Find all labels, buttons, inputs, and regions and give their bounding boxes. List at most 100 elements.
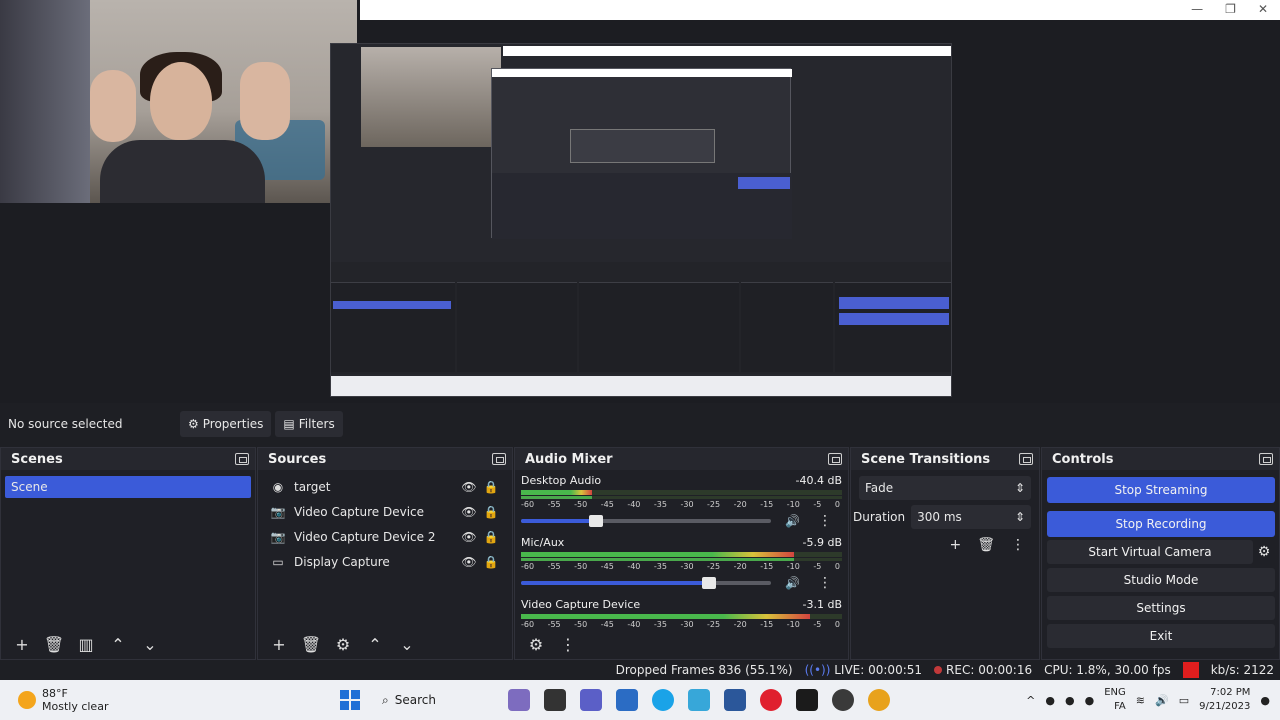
- chevron-up-icon[interactable]: ^: [1026, 694, 1035, 707]
- speaker-icon[interactable]: 🔊: [785, 514, 800, 528]
- audio-mixer-title: Audio Mixer: [515, 448, 848, 470]
- eye-icon[interactable]: 👁: [460, 505, 478, 519]
- gear-icon[interactable]: ⚙: [525, 633, 547, 655]
- settings-button[interactable]: Settings: [1047, 596, 1275, 620]
- source-item-video-capture-device[interactable]: 📷 Video Capture Device 👁 🔒: [258, 499, 512, 524]
- bing-icon[interactable]: [508, 689, 530, 711]
- wifi-icon[interactable]: ≋: [1136, 694, 1145, 707]
- kebab-menu-icon[interactable]: ⋮: [1011, 537, 1025, 553]
- tick-label: -15: [760, 562, 774, 571]
- add-icon[interactable]: +: [949, 537, 961, 553]
- teams-icon[interactable]: [580, 689, 602, 711]
- trash-icon[interactable]: 🗑: [43, 633, 65, 655]
- gear-icon[interactable]: ⚙: [332, 633, 354, 655]
- opera-icon[interactable]: [760, 689, 782, 711]
- lock-icon[interactable]: 🔒: [482, 555, 500, 569]
- eye-icon[interactable]: 👁: [460, 555, 478, 569]
- up-icon[interactable]: ⌃: [107, 633, 129, 655]
- obs-icon[interactable]: [832, 689, 854, 711]
- tick-label: -55: [547, 562, 561, 571]
- search-icon: ⌕: [382, 692, 389, 707]
- add-icon[interactable]: +: [268, 633, 290, 655]
- store-icon[interactable]: [616, 689, 638, 711]
- tick-label: -35: [653, 620, 667, 629]
- kebab-menu-icon[interactable]: ⋮: [818, 575, 832, 591]
- duration-input[interactable]: 300 ms ⇕: [911, 505, 1031, 529]
- file-explorer-icon[interactable]: [544, 689, 566, 711]
- eye-icon[interactable]: 👁: [460, 530, 478, 544]
- trash-icon[interactable]: 🗑: [300, 633, 322, 655]
- trash-icon[interactable]: 🗑: [977, 537, 995, 553]
- scenes-title-text: Scenes: [11, 451, 63, 467]
- stop-streaming-button[interactable]: Stop Streaming: [1047, 477, 1275, 503]
- kebab-menu-icon[interactable]: ⋮: [818, 513, 832, 529]
- stop-recording-button[interactable]: Stop Recording: [1047, 511, 1275, 537]
- down-icon[interactable]: ⌄: [139, 633, 161, 655]
- down-icon[interactable]: ⌄: [396, 633, 418, 655]
- clock-date: 9/21/2023: [1199, 701, 1251, 712]
- word-icon[interactable]: [724, 689, 746, 711]
- scene-item[interactable]: Scene: [5, 476, 251, 498]
- tray-app-icon[interactable]: ●: [1045, 694, 1055, 707]
- filters-icon: ▤: [283, 417, 295, 431]
- volume-icon[interactable]: 🔊: [1155, 694, 1169, 707]
- minimize-icon[interactable]: —: [1191, 2, 1203, 16]
- volume-slider[interactable]: [521, 577, 771, 589]
- weather-widget[interactable]: 88°F Mostly clear: [0, 687, 340, 713]
- tray-app-icon[interactable]: ●: [1085, 694, 1095, 707]
- undock-icon[interactable]: [492, 453, 506, 465]
- exit-button[interactable]: Exit: [1047, 624, 1275, 648]
- properties-label: Properties: [202, 417, 264, 431]
- properties-button[interactable]: ⚙ Properties: [180, 411, 272, 437]
- gear-icon[interactable]: ⚙: [1253, 540, 1275, 564]
- tray-app-icon[interactable]: ●: [1065, 694, 1075, 707]
- lock-icon[interactable]: 🔒: [482, 530, 500, 544]
- source-item-video-capture-device-2[interactable]: 📷 Video Capture Device 2 👁 🔒: [258, 524, 512, 549]
- source-label: Display Capture: [294, 554, 390, 569]
- battery-icon[interactable]: ▭: [1179, 694, 1189, 707]
- tick-label: -30: [680, 562, 694, 571]
- volume-slider[interactable]: [521, 515, 771, 527]
- scene-transitions-title: Scene Transitions: [851, 448, 1039, 470]
- source-item-display-capture[interactable]: ▭ Display Capture 👁 🔒: [258, 549, 512, 574]
- language-indicator[interactable]: ENG FA: [1104, 686, 1126, 714]
- preview-canvas[interactable]: — ❐ ✕: [0, 0, 1280, 403]
- taskbar-search[interactable]: ⌕ Search: [374, 685, 494, 715]
- filters-button[interactable]: ▤ Filters: [275, 411, 343, 437]
- undock-icon[interactable]: [828, 453, 842, 465]
- photos-icon[interactable]: [688, 689, 710, 711]
- undock-icon[interactable]: [1019, 453, 1033, 465]
- no-source-label: No source selected: [8, 417, 123, 431]
- scene-filter-icon[interactable]: ▥: [75, 633, 97, 655]
- undock-icon[interactable]: [1259, 453, 1273, 465]
- lock-icon[interactable]: 🔒: [482, 480, 500, 494]
- kebab-menu-icon[interactable]: ⋮: [557, 633, 579, 655]
- notification-icon[interactable]: ●: [1260, 694, 1270, 707]
- start-virtual-camera-button[interactable]: Start Virtual Camera: [1047, 540, 1253, 564]
- speaker-icon[interactable]: 🔊: [785, 576, 800, 590]
- tick-label: -60: [521, 620, 535, 629]
- transition-select[interactable]: Fade ⇕: [859, 476, 1031, 500]
- tick-label: -60: [521, 562, 535, 571]
- restore-icon[interactable]: ❐: [1225, 2, 1236, 16]
- source-item-target[interactable]: ◉ target 👁 🔒: [258, 474, 512, 499]
- up-icon[interactable]: ⌃: [364, 633, 386, 655]
- windows-start-icon[interactable]: [340, 690, 360, 710]
- source-label: Video Capture Device 2: [294, 529, 436, 544]
- lock-icon[interactable]: 🔒: [482, 505, 500, 519]
- edge-icon[interactable]: [652, 689, 674, 711]
- tick-label: -25: [707, 562, 721, 571]
- chrome-icon[interactable]: [868, 689, 890, 711]
- add-icon[interactable]: +: [11, 633, 33, 655]
- meter-ticks: -60 -55 -50 -45 -40 -35 -30 -25 -20 -15 -10 -5 0: [521, 620, 842, 629]
- media-player-icon[interactable]: [796, 689, 818, 711]
- close-icon[interactable]: ✕: [1258, 2, 1268, 16]
- studio-mode-button[interactable]: Studio Mode: [1047, 568, 1275, 592]
- spinner-icon[interactable]: ⇕: [1015, 510, 1025, 524]
- clock[interactable]: 7:02 PM 9/21/2023: [1199, 686, 1250, 714]
- undock-icon[interactable]: [235, 453, 249, 465]
- monitor-icon: ▭: [272, 554, 284, 569]
- meter-ticks: -60 -55 -50 -45 -40 -35 -30 -25 -20 -15 -10 -5 0: [521, 562, 842, 571]
- tick-label: -10: [786, 562, 800, 571]
- eye-icon[interactable]: 👁: [460, 480, 478, 494]
